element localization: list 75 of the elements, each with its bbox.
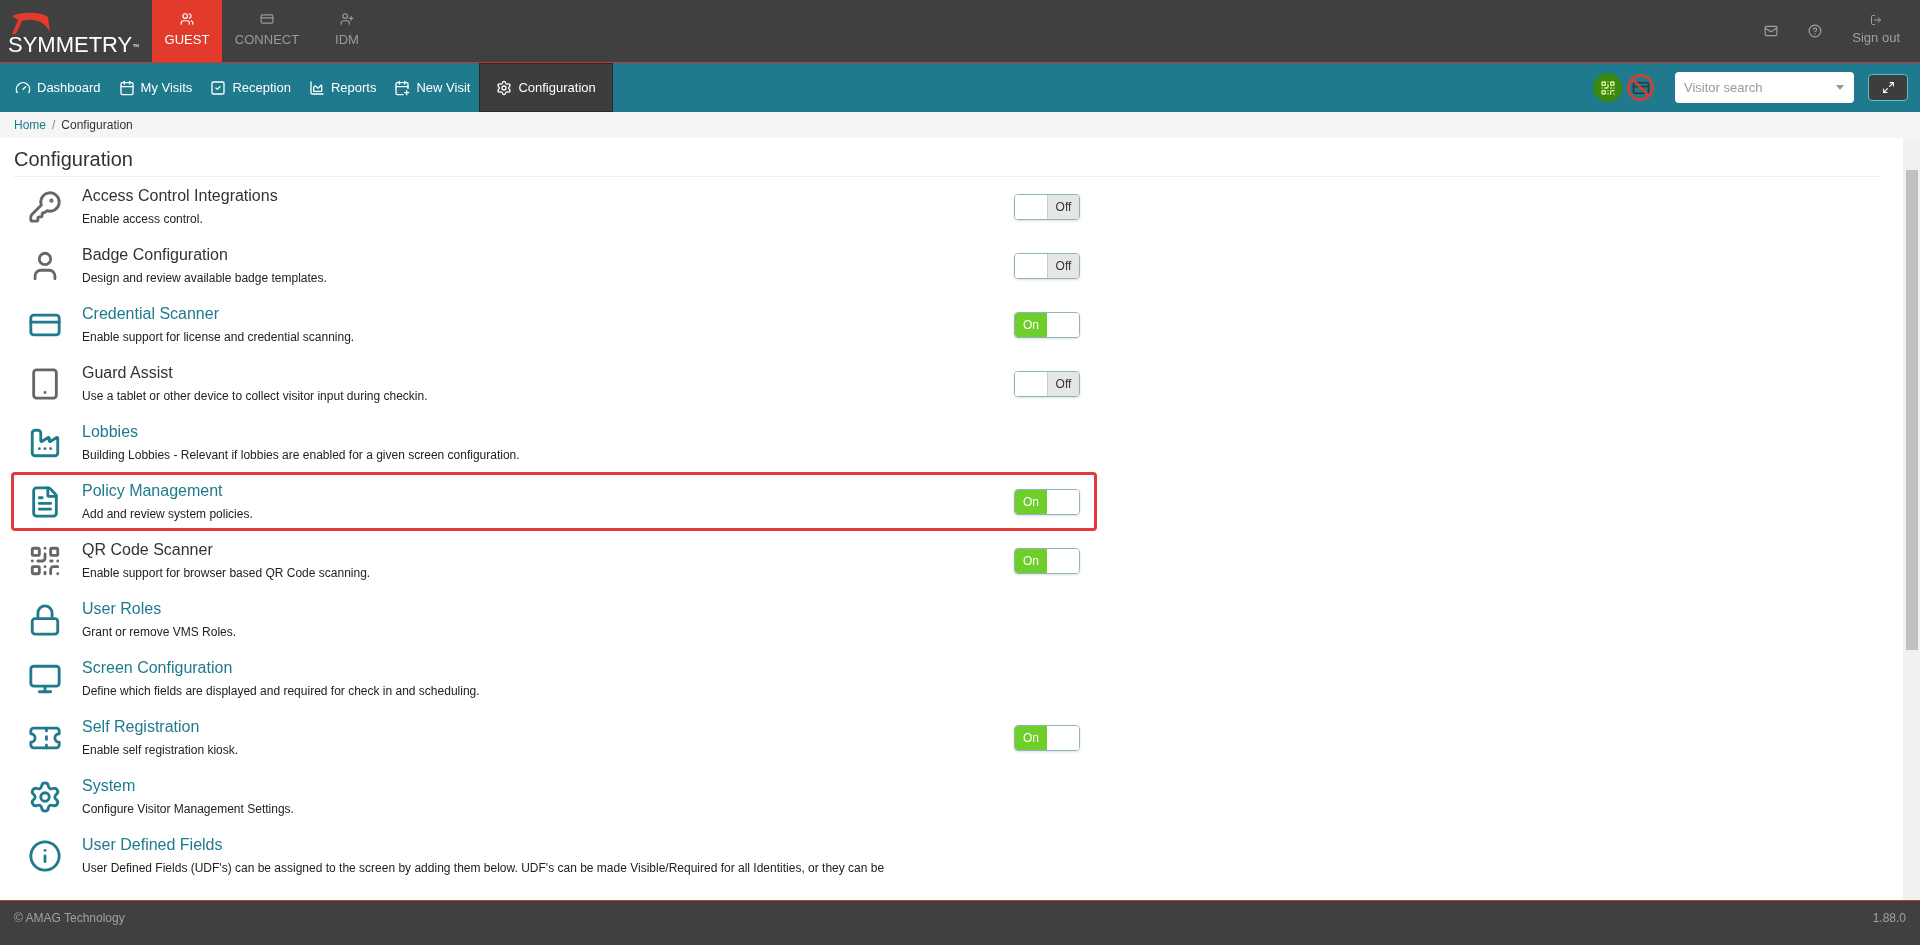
group-icon xyxy=(180,12,194,27)
qr-status-icon[interactable] xyxy=(1593,73,1622,102)
nav-tab[interactable]: Reception xyxy=(201,63,300,112)
setting-description: Use a tablet or other device to collect visitor input during checkin. xyxy=(82,387,429,405)
setting-description: Add and review system policies. xyxy=(82,505,254,523)
setting-description: Configure Visitor Management Settings. xyxy=(82,800,295,818)
key-icon xyxy=(28,189,62,224)
setting-link[interactable]: User Roles xyxy=(82,598,1080,619)
setting-description: Enable access control. xyxy=(82,210,204,228)
toggle-label: Off xyxy=(1047,194,1079,219)
page-title: Configuration xyxy=(14,147,134,172)
area-chart-icon xyxy=(308,79,325,96)
setting-description: Design and review available badge templates. xyxy=(82,269,328,287)
setting-title: Access Control Integrations xyxy=(82,185,279,206)
toggle-label: On xyxy=(1015,548,1047,573)
breadcrumb-separator: / xyxy=(52,117,56,134)
nav-tab[interactable]: My Visits xyxy=(109,63,202,112)
toggle-label: On xyxy=(1015,312,1047,337)
setting-title: Badge Configuration xyxy=(82,244,229,265)
calendar-plus-icon xyxy=(394,79,411,96)
toggle-label: Off xyxy=(1047,371,1079,396)
exit-icon xyxy=(1870,14,1883,27)
setting-description: Enable support for license and credential scanning. xyxy=(82,328,356,346)
setting-link[interactable]: User Defined Fields xyxy=(82,834,1080,855)
app-tab[interactable]: CONNECT xyxy=(222,0,312,62)
nav-tab[interactable]: Configuration xyxy=(479,63,613,112)
setting-link[interactable]: Lobbies xyxy=(82,421,1080,442)
setting-link[interactable]: Policy Management xyxy=(82,480,1014,501)
app-tab[interactable]: GUEST xyxy=(152,0,222,62)
toggle-label: Off xyxy=(1047,253,1079,278)
toggle-switch[interactable]: Off xyxy=(1014,252,1080,279)
scrollbar[interactable] xyxy=(1903,138,1920,900)
calendar-icon xyxy=(118,79,135,96)
nav-tab[interactable]: Dashboard xyxy=(6,63,110,112)
no-card-icon[interactable] xyxy=(1626,73,1655,102)
visitor-search-field[interactable]: Visitor search xyxy=(1675,72,1854,103)
toggle-switch[interactable]: Off xyxy=(1014,193,1080,220)
card-icon xyxy=(260,12,274,27)
setting-link[interactable]: Screen Configuration xyxy=(82,657,1080,678)
setting-link[interactable]: System xyxy=(82,775,1080,796)
setting-title: QR Code Scanner xyxy=(82,539,214,560)
setting-description: Define which fields are displayed and required for check in and scheduling. xyxy=(82,682,481,700)
caret-icon xyxy=(1836,85,1844,90)
setting-description: Enable support for browser based QR Code scanning. xyxy=(82,564,372,582)
toggle-label: On xyxy=(1015,489,1047,514)
setting-link[interactable]: Self Registration xyxy=(82,716,1014,737)
setting-description: Grant or remove VMS Roles. xyxy=(82,623,238,641)
nav-tab[interactable]: Reports xyxy=(299,63,386,112)
version-text: 1.88.0 xyxy=(1872,910,1906,927)
toggle-switch[interactable]: Off xyxy=(1014,370,1080,397)
setting-description: Building Lobbies - Relevant if lobbies are enabled for a given screen configuration. xyxy=(82,446,521,464)
setting-link[interactable]: Credential Scanner xyxy=(82,303,1014,324)
breadcrumb-current: Configuration xyxy=(61,117,133,134)
setting-description: User Defined Fields (UDF's) can be assigned to the screen by adding them below. UDF's can be made Visible/Required for all Identities, or they can be xyxy=(82,859,886,877)
nav-tab[interactable]: New Visit xyxy=(385,63,480,112)
fullscreen-button[interactable] xyxy=(1868,74,1908,101)
help-icon[interactable] xyxy=(1808,24,1823,38)
setting-title: Guard Assist xyxy=(82,362,174,383)
checkbox-icon xyxy=(210,79,227,96)
breadcrumb-link[interactable]: Home xyxy=(14,116,46,134)
logo-icon xyxy=(12,12,52,34)
setting-description: Enable self registration kiosk. xyxy=(82,741,240,759)
expand-icon xyxy=(1881,81,1895,94)
sign-out-button[interactable]: Sign out xyxy=(1852,14,1900,48)
add-user-icon xyxy=(340,12,354,27)
settings-icon xyxy=(496,79,513,96)
copyright-text: © AMAG Technology xyxy=(14,910,125,927)
lock-icon xyxy=(28,602,62,637)
toggle-label: On xyxy=(1015,725,1047,750)
app-tab[interactable]: IDM xyxy=(312,0,382,62)
gauge-icon xyxy=(15,79,31,96)
info-icon xyxy=(28,838,62,873)
brand-name: SYMMETRY$^{™}$ xyxy=(8,34,141,56)
mail-icon[interactable] xyxy=(1764,24,1779,38)
settings-icon xyxy=(28,779,62,814)
